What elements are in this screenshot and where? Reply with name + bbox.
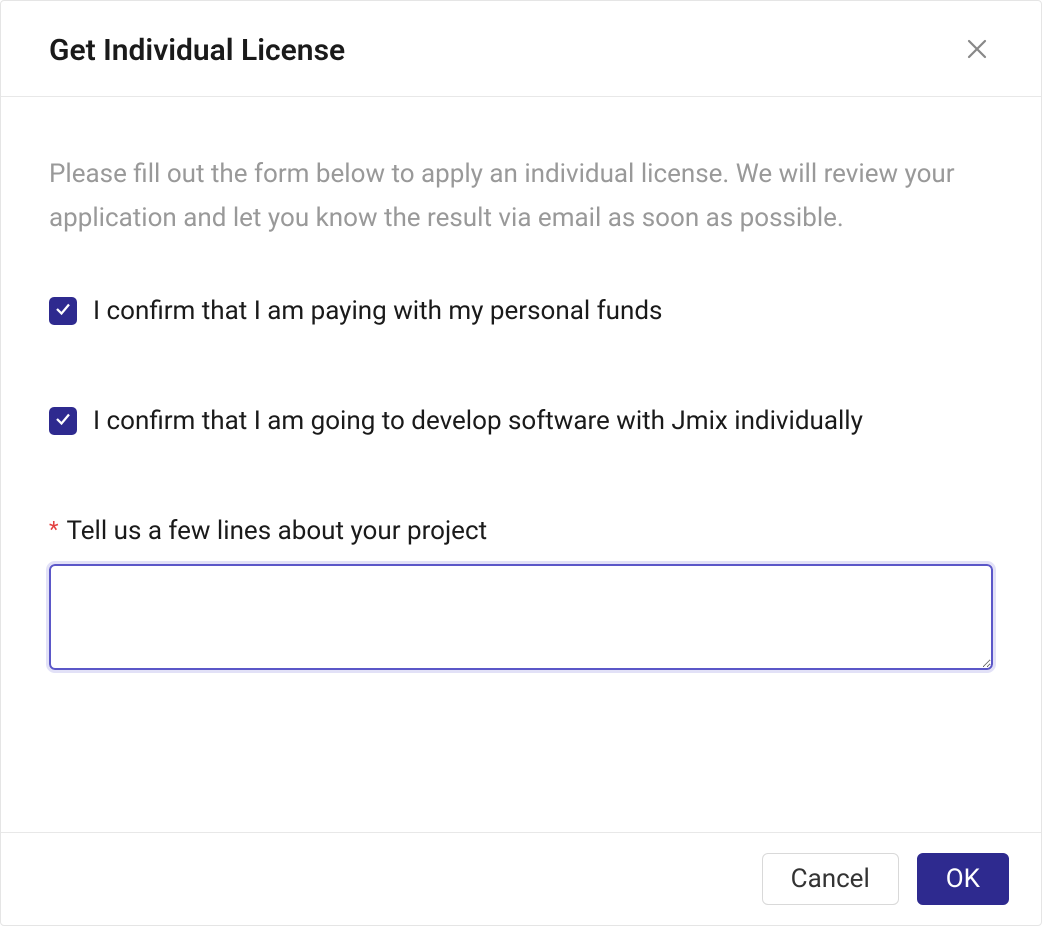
project-field-label: Tell us a few lines about your project <box>66 516 487 546</box>
checkbox-develop-individually[interactable] <box>49 407 77 435</box>
cancel-button[interactable]: Cancel <box>762 853 899 905</box>
project-field-label-row: * Tell us a few lines about your project <box>49 516 993 546</box>
checkbox-row-personal-funds: I confirm that I am paying with my perso… <box>49 296 993 326</box>
required-asterisk: * <box>49 520 58 542</box>
project-textarea[interactable] <box>49 564 993 670</box>
dialog-title: Get Individual License <box>49 33 345 68</box>
checkbox-label-personal-funds[interactable]: I confirm that I am paying with my perso… <box>93 296 662 326</box>
close-icon <box>965 37 989 64</box>
close-button[interactable] <box>961 33 993 68</box>
dialog-body: Please fill out the form below to apply … <box>1 97 1041 832</box>
check-icon <box>54 300 72 322</box>
dialog-header: Get Individual License <box>1 1 1041 97</box>
intro-text: Please fill out the form below to apply … <box>49 153 993 240</box>
checkbox-label-develop-individually[interactable]: I confirm that I am going to develop sof… <box>93 406 863 436</box>
checkbox-row-develop-individually: I confirm that I am going to develop sof… <box>49 406 993 436</box>
license-dialog: Get Individual License Please fill out t… <box>0 0 1042 926</box>
checkbox-personal-funds[interactable] <box>49 297 77 325</box>
project-textarea-wrapper <box>49 564 993 674</box>
check-icon <box>54 410 72 432</box>
ok-button[interactable]: OK <box>917 853 1009 905</box>
dialog-footer: Cancel OK <box>1 832 1041 925</box>
